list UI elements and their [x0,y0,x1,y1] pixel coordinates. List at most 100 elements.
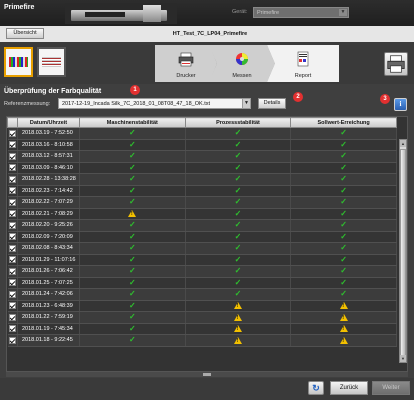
check-icon: ✓ [340,151,347,161]
target-achievement-cell [290,323,397,335]
overview-button[interactable]: Übersicht [6,28,44,39]
check-icon: ✓ [234,254,242,264]
row-checkbox[interactable] [8,129,16,137]
table-row[interactable]: 2018.03.12 - 8:57:31 ✓ ✓ ✓ [7,150,397,163]
machine-stability-cell: ✓ [79,311,186,324]
table-row[interactable]: 2018.03.16 - 8:10:58 ✓ ✓ ✓ [7,139,397,151]
date-cell: 2018.02.22 - 7:07:29 [17,196,80,209]
row-checkbox[interactable] [8,313,16,321]
table-row[interactable]: 2018.01.29 - 11:07:16 ✓ ✓ ✓ [7,254,397,266]
step-report[interactable]: Report [267,45,339,82]
table-row[interactable]: 2018.02.09 - 7:20:09 ✓ ✓ ✓ [7,231,397,243]
table-row[interactable]: 2018.02.08 - 8:43:34 ✓ ✓ ✓ [7,242,397,255]
machine-stability-cell: ✓ [79,196,186,209]
details-button[interactable]: Details [258,98,286,109]
row-checkbox[interactable] [8,221,16,229]
step-drucker[interactable]: Drucker [155,45,217,82]
check-icon: ✓ [128,254,136,264]
check-icon: ✓ [234,277,242,287]
row-checkbox[interactable] [8,198,16,206]
row-checkbox[interactable] [8,244,16,252]
scroll-up-icon[interactable]: ▲ [400,140,406,147]
row-checkbox[interactable] [8,141,16,149]
refresh-button[interactable]: ↻ [308,381,324,395]
color-chart-icon [9,57,28,67]
table-row[interactable]: 2018.02.28 - 13:38:28 ✓ ✓ ✓ [7,173,397,186]
process-stability-cell [185,311,292,324]
check-icon: ✓ [234,231,242,241]
print-button[interactable] [384,52,408,76]
date-cell: 2018.01.18 - 9:22:45 [17,334,80,347]
reference-select[interactable]: 2017-12-19_Incada Silk_7C_2018_01_08T08_… [58,98,251,109]
row-checkbox[interactable] [8,210,16,218]
step-label: Report [294,73,312,79]
table-row[interactable]: 2018.01.19 - 7:45:34 ✓ [7,323,397,335]
warning-icon [233,302,242,310]
table-row[interactable]: 2018.01.18 - 9:22:45 ✓ [7,334,397,347]
table-row[interactable]: 2018.02.20 - 9:25:26 ✓ ✓ ✓ [7,219,397,232]
machine-stability-cell: ✓ [79,162,186,174]
scrollbar-thumb[interactable] [400,149,406,357]
check-icon: ✓ [340,185,347,195]
step-messen[interactable]: Messen [209,45,275,82]
check-icon: ✓ [128,231,136,241]
table-row[interactable]: 2018.02.21 - 7:08:29 ✓ ✓ [7,208,397,220]
row-checkbox[interactable] [8,279,16,287]
back-button[interactable]: Zurück [330,381,368,395]
row-checkbox[interactable] [8,152,16,160]
check-icon: ✓ [128,151,136,161]
table-row[interactable]: 2018.02.23 - 7:14:42 ✓ ✓ ✓ [7,185,397,197]
row-checkbox[interactable] [8,336,16,344]
row-checkbox[interactable] [8,267,16,275]
next-button[interactable]: Weiter [372,381,410,395]
vertical-scrollbar[interactable]: ▲ ▼ [399,139,407,363]
row-checkbox[interactable] [8,175,16,183]
row-select-cell [7,288,18,301]
process-stability-cell: ✓ [185,150,292,163]
row-checkbox[interactable] [8,233,16,241]
machine-stability-cell: ✓ [79,300,186,312]
table-row[interactable]: 2018.01.26 - 7:06:42 ✓ ✓ ✓ [7,265,397,278]
check-icon: ✓ [340,139,347,149]
check-icon: ✓ [234,289,242,299]
table-row[interactable]: 2018.03.19 - 7:52:50 ✓ ✓ ✓ [7,127,397,140]
process-stability-cell: ✓ [185,288,292,301]
reference-label: Referenzmessung: [4,101,51,107]
machine-image [65,3,177,24]
process-stability-cell: ✓ [185,173,292,186]
chevron-down-icon: ▼ [242,99,250,108]
chart-thumbnail[interactable] [37,47,66,77]
row-checkbox[interactable] [8,164,16,172]
table-row[interactable]: 2018.01.24 - 7:42:06 ✓ ✓ ✓ [7,288,397,301]
target-achievement-cell: ✓ [290,231,397,243]
column-header-process-stability[interactable]: Prozessstabilität [184,117,292,128]
column-header-target-achievement[interactable]: Sollwert-Erreichung [290,117,397,128]
table-row[interactable]: 2018.01.25 - 7:07:25 ✓ ✓ ✓ [7,277,397,289]
row-select-cell [7,162,18,174]
splitter-grip[interactable] [203,373,211,376]
table-row[interactable]: 2018.01.23 - 6:48:39 ✓ [7,300,397,312]
table-row[interactable]: 2018.03.09 - 8:46:10 ✓ ✓ ✓ [7,162,397,174]
process-stability-cell: ✓ [185,139,292,151]
info-button[interactable]: i [394,98,407,111]
scroll-down-icon[interactable]: ▼ [400,355,406,362]
row-select-cell [7,208,18,220]
date-cell: 2018.01.23 - 6:48:39 [17,300,80,312]
row-checkbox[interactable] [8,290,16,298]
date-cell: 2018.01.25 - 7:07:25 [17,277,80,289]
column-header-select[interactable] [7,117,18,128]
device-select[interactable]: Primefire ▼ [253,7,349,18]
app-window: Primefire Gerät: Primefire ▼ Übersicht H… [0,0,414,400]
column-header-machine-stability[interactable]: Maschinenstabilität [79,117,186,128]
row-checkbox[interactable] [8,256,16,264]
check-icon: ✓ [128,323,136,333]
chart-thumbnail-selected[interactable] [4,47,33,77]
table-row[interactable]: 2018.01.22 - 7:59:19 ✓ [7,311,397,324]
row-checkbox[interactable] [8,187,16,195]
row-checkbox[interactable] [8,325,16,333]
table-row[interactable]: 2018.02.22 - 7:07:29 ✓ ✓ ✓ [7,196,397,209]
splitter-bar[interactable] [6,372,408,377]
row-checkbox[interactable] [8,302,16,310]
column-header-date[interactable]: Datum/Uhrzeit [17,117,80,128]
check-icon: ✓ [128,300,136,310]
